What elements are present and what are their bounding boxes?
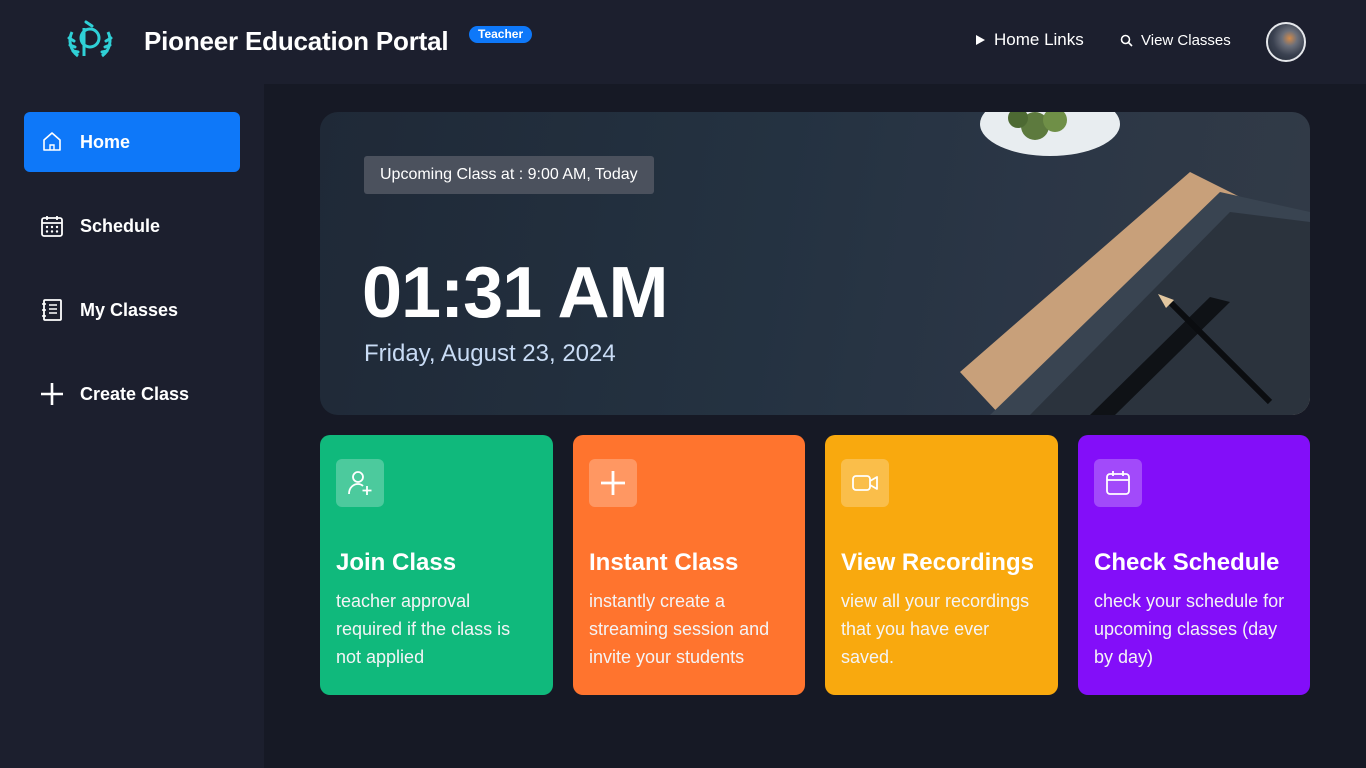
view-classes-label: View Classes — [1141, 32, 1231, 49]
card-title: Check Schedule — [1094, 549, 1280, 576]
role-badge: Teacher — [469, 26, 533, 43]
notebook-icon — [42, 299, 62, 321]
card-description: teacher approval required if the class i… — [336, 591, 511, 667]
app-title: Pioneer Education Portal — [144, 26, 449, 56]
current-time: 01:31 AM — [362, 253, 668, 333]
card-description: instantly create a streaming session and… — [589, 591, 770, 667]
sidebar-item-my-classes[interactable]: My Classes — [24, 280, 240, 340]
play-icon — [976, 35, 985, 45]
video-camera-icon — [841, 459, 889, 507]
desk-notebook-image — [960, 112, 1310, 415]
plus-icon — [589, 459, 637, 507]
sidebar-item-label: My Classes — [80, 299, 179, 320]
sidebar-item-label: Home — [80, 131, 131, 152]
home-links-label: Home Links — [994, 30, 1084, 49]
instant-class-card[interactable]: Instant Class instantly create a streami… — [573, 435, 805, 695]
sidebar-item-label: Schedule — [80, 215, 161, 236]
current-date: Friday, August 23, 2024 — [364, 340, 616, 367]
user-avatar[interactable] — [1266, 22, 1306, 62]
top-header: Pioneer Education Portal Teacher Home Li… — [0, 0, 1366, 84]
view-classes-link[interactable]: View Classes — [1120, 32, 1231, 49]
calendar-icon — [1094, 459, 1142, 507]
sidebar-item-create-class[interactable]: Create Class — [24, 364, 240, 424]
card-title: View Recordings — [841, 549, 1034, 576]
card-description: check your schedule for upcoming classes… — [1094, 591, 1285, 667]
hero-banner: Upcoming Class at : 9:00 AM, Today 01:31… — [320, 112, 1310, 415]
user-plus-icon — [336, 459, 384, 507]
logo-icon[interactable] — [64, 18, 116, 64]
search-icon — [1120, 34, 1133, 47]
check-schedule-card[interactable]: Check Schedule check your schedule for u… — [1078, 435, 1310, 695]
home-icon — [43, 132, 61, 151]
join-class-card[interactable]: Join Class teacher approval required if … — [320, 435, 553, 695]
calendar-icon — [41, 216, 63, 237]
plus-icon — [41, 383, 63, 405]
sidebar-item-schedule[interactable]: Schedule — [24, 196, 240, 256]
card-title: Instant Class — [589, 549, 739, 576]
sidebar-item-label: Create Class — [80, 383, 190, 404]
card-title: Join Class — [336, 549, 457, 576]
card-description: view all your recordings that you have e… — [841, 591, 1030, 667]
home-links-link[interactable]: Home Links — [975, 30, 1084, 50]
sidebar: Home Schedule My Classes Create Class — [0, 84, 264, 768]
sidebar-item-home[interactable]: Home — [24, 112, 240, 172]
view-recordings-card[interactable]: View Recordings view all your recordings… — [825, 435, 1058, 695]
upcoming-class-label: Upcoming Class at : 9:00 AM, Today — [364, 156, 654, 194]
